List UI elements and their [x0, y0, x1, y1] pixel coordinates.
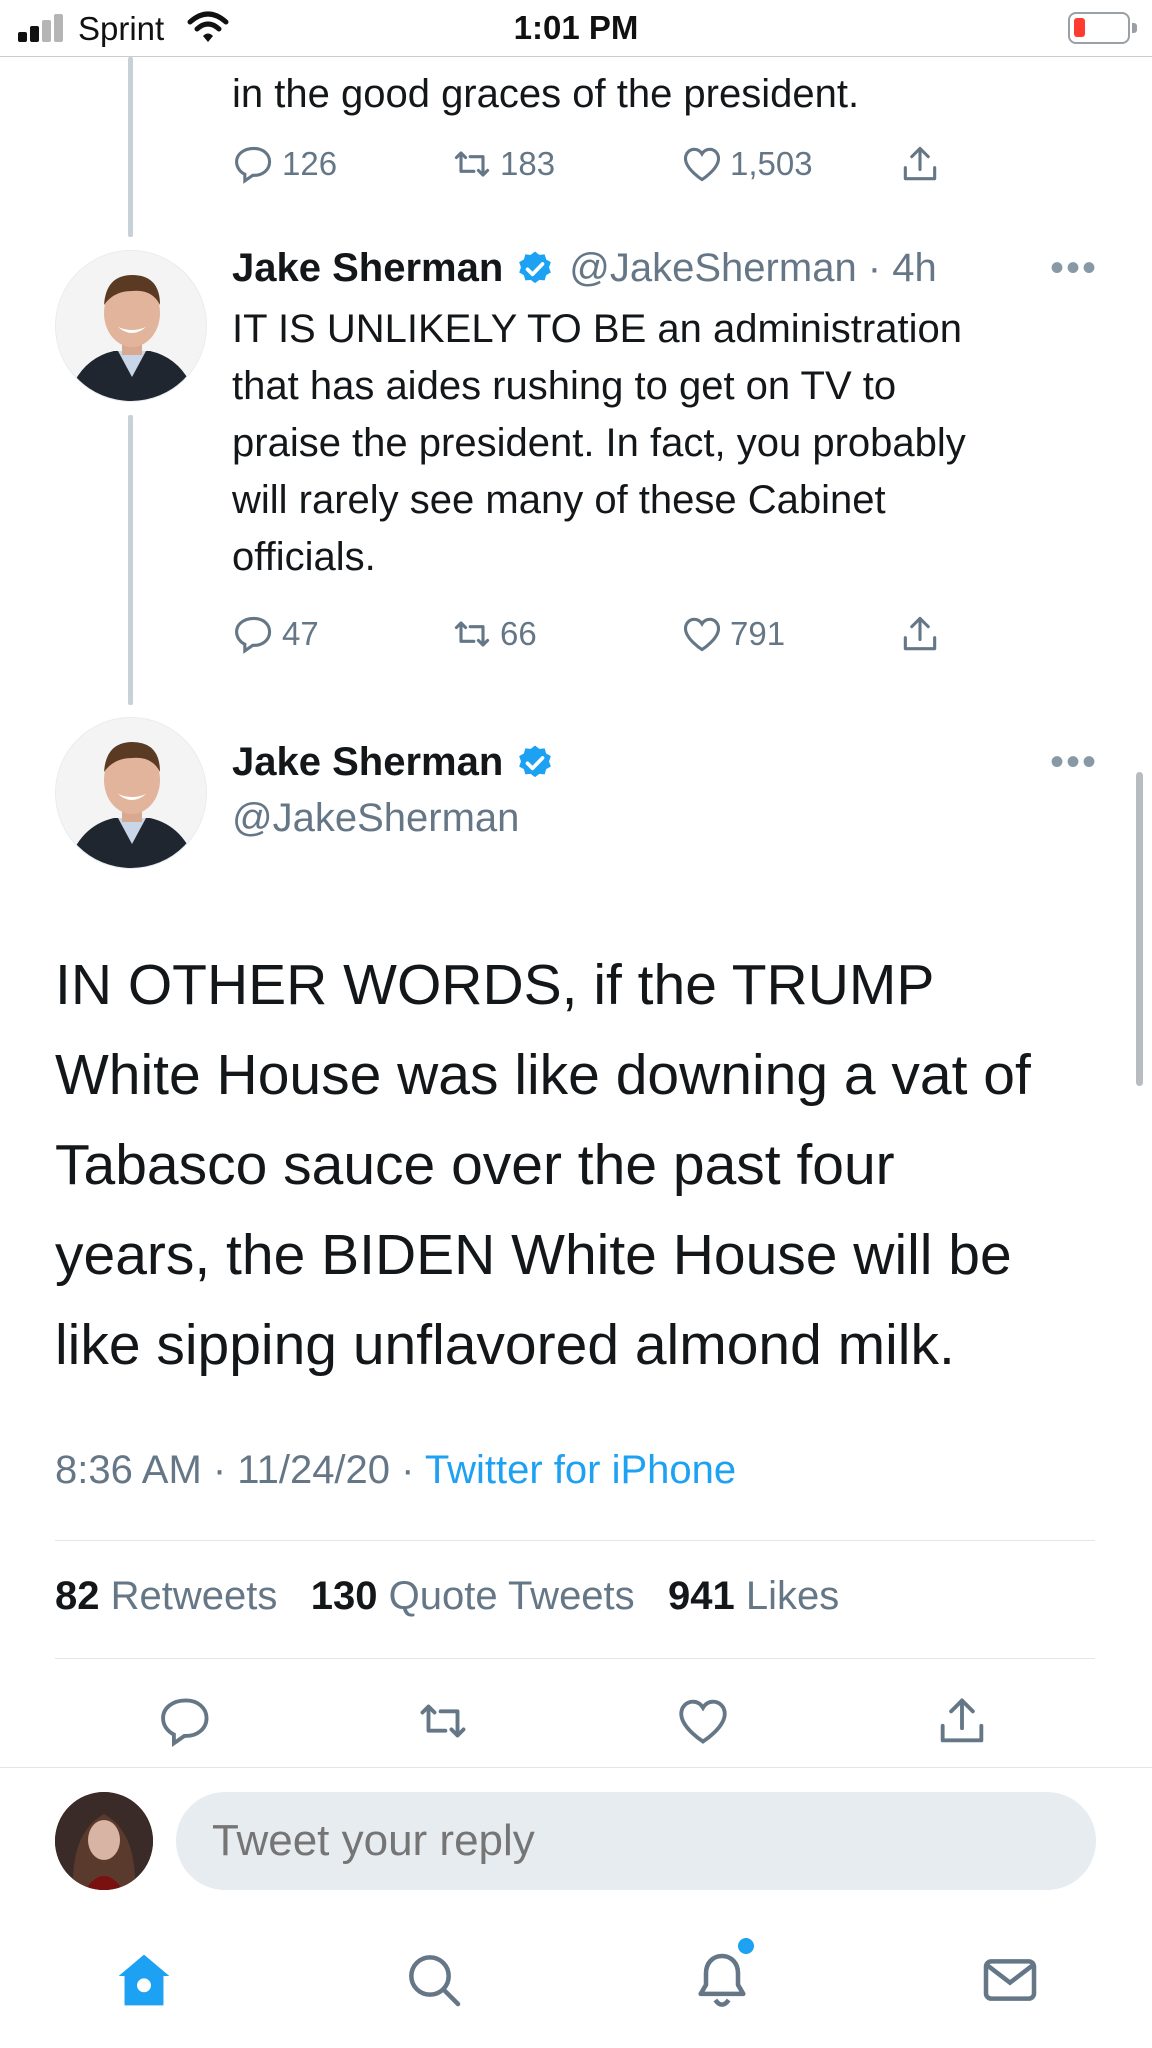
- reply-bar-divider: [0, 1767, 1152, 1768]
- status-divider: [0, 56, 1152, 57]
- reply-icon[interactable]: [157, 1692, 215, 1750]
- reply-icon: [235, 146, 272, 184]
- reply-count: 126: [282, 145, 338, 182]
- tweet-meta: 8:36 AM · 11/24/20 · Twitter for iPhone: [55, 1448, 736, 1493]
- heart-icon: [683, 617, 721, 652]
- main-tweet-text: IN OTHER WORDS, if the TRUMP White House…: [55, 940, 1115, 1390]
- user-avatar[interactable]: [55, 1792, 153, 1890]
- more-options-icon[interactable]: •••: [1050, 246, 1098, 291]
- scrollbar[interactable]: [1136, 772, 1143, 1086]
- like-button[interactable]: 791: [680, 612, 785, 656]
- heart-icon[interactable]: [674, 1692, 732, 1750]
- thread-connector: [128, 415, 133, 705]
- tweet-text-line: White House was like downing a vat of: [55, 1043, 1031, 1107]
- divider: [55, 1540, 1095, 1541]
- home-icon[interactable]: [112, 1948, 176, 2012]
- partial-tweet-text: in the good graces of the president.: [232, 72, 860, 116]
- retweets-stat[interactable]: 82 Retweets: [55, 1574, 277, 1618]
- retweet-count: 183: [500, 145, 556, 182]
- main-tweet-author: Jake Sherman: [232, 740, 555, 785]
- status-bar: Sprint 1:01 PM: [0, 0, 1152, 56]
- engagement-stats: 82 Retweets 130 Quote Tweets 941 Likes: [55, 1574, 839, 1619]
- quote-tweets-count: 130: [310, 1574, 378, 1618]
- likes-label: Likes: [745, 1574, 840, 1618]
- tweet-text-line: IT IS UNLIKELY TO BE an administration: [232, 307, 962, 351]
- author-name[interactable]: Jake Sherman: [232, 246, 503, 291]
- likes-stat[interactable]: 941 Likes: [668, 1574, 839, 1618]
- like-button[interactable]: 1,503: [680, 142, 813, 186]
- heart-icon: [683, 147, 721, 182]
- tweet-text-line: praise the president. In fact, you proba…: [232, 421, 966, 465]
- reply-count: 47: [282, 615, 319, 652]
- like-count: 1,503: [730, 145, 813, 182]
- user-photo: [55, 1792, 153, 1890]
- like-count: 791: [730, 615, 786, 652]
- share-icon[interactable]: [933, 1692, 991, 1750]
- likes-count: 941: [668, 1574, 735, 1618]
- retweets-label: Retweets: [110, 1574, 278, 1618]
- retweet-icon: [454, 621, 490, 647]
- tweet-text-line: that has aides rushing to get on TV to: [232, 364, 897, 408]
- author-avatar[interactable]: [55, 250, 207, 402]
- share-button[interactable]: [898, 612, 948, 656]
- verified-badge-icon: [519, 745, 552, 777]
- tweet-text-line: Tabasco sauce over the past four: [55, 1133, 895, 1197]
- author-avatar[interactable]: [55, 717, 207, 869]
- quote-tweets-stat[interactable]: 130 Quote Tweets: [311, 1574, 635, 1618]
- share-icon: [903, 616, 937, 651]
- tweet-text-line: will rarely see many of these Cabinet: [232, 478, 886, 522]
- share-icon: [903, 146, 937, 181]
- tweet-timestamp: 8:36 AM · 11/24/20 ·: [55, 1448, 425, 1492]
- partial-tweet-actions: 126 183 1,503: [232, 142, 1072, 186]
- retweet-icon[interactable]: [414, 1692, 472, 1750]
- tweet-text-line: years, the BIDEN White House will be: [55, 1223, 1012, 1287]
- previous-tweet-text: IT IS UNLIKELY TO BE an administration t…: [232, 301, 1112, 586]
- author-handle[interactable]: @JakeSherman: [232, 796, 519, 841]
- reply-button[interactable]: 47: [232, 612, 319, 656]
- tweet-text-line: like sipping unflavored almond milk.: [55, 1313, 955, 1377]
- notifications-icon[interactable]: [690, 1948, 754, 2012]
- notification-badge: [738, 1938, 754, 1954]
- retweets-count: 82: [55, 1574, 100, 1618]
- search-icon[interactable]: [402, 1948, 466, 2012]
- author-handle-time: @JakeSherman · 4h: [569, 246, 937, 290]
- reply-input[interactable]: [176, 1792, 1096, 1890]
- author-name[interactable]: Jake Sherman: [232, 740, 503, 785]
- divider: [55, 1658, 1095, 1659]
- previous-tweet-actions: 47 66 791: [232, 612, 1072, 656]
- retweet-icon: [454, 151, 490, 177]
- share-button[interactable]: [898, 142, 948, 186]
- reply-icon: [235, 616, 272, 654]
- retweet-button[interactable]: 66: [450, 612, 537, 656]
- retweet-button[interactable]: 183: [450, 142, 555, 186]
- status-time: 1:01 PM: [513, 9, 639, 46]
- reply-button[interactable]: 126: [232, 142, 337, 186]
- tweet-text-line: officials.: [232, 535, 376, 579]
- tweet-source-link[interactable]: Twitter for iPhone: [425, 1448, 736, 1492]
- person-photo: [56, 251, 206, 401]
- messages-icon[interactable]: [978, 1948, 1042, 2012]
- tweet-author: Jake Sherman @JakeSherman · 4h: [232, 246, 937, 291]
- quote-tweets-label: Quote Tweets: [388, 1574, 635, 1618]
- more-options-icon[interactable]: •••: [1050, 740, 1098, 785]
- battery-icon: [1068, 12, 1137, 44]
- thread-connector: [128, 57, 133, 237]
- verified-badge-icon: [519, 251, 552, 283]
- person-photo: [56, 718, 206, 868]
- retweet-count: 66: [500, 615, 537, 652]
- tweet-text-line: IN OTHER WORDS, if the TRUMP: [55, 953, 935, 1017]
